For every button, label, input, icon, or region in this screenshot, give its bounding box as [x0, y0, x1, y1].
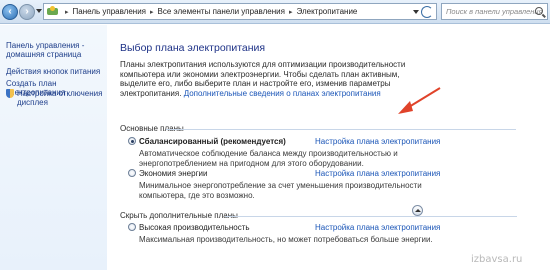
plan-name[interactable]: Экономия энергии	[139, 169, 207, 178]
search-input[interactable]: Поиск в панели управления	[441, 3, 548, 20]
plan-description: Минимальное энергопотребление за счет ум…	[139, 181, 422, 200]
plan-description: Автоматическое соблюдение баланса между …	[139, 149, 398, 168]
left-task-pane: Панель управления - домашняя страница Де…	[0, 25, 107, 270]
chevron-right-icon[interactable]: ▸	[289, 8, 293, 16]
section-hide-additional-plans[interactable]: Скрыть дополнительные планы	[120, 211, 238, 220]
chevron-right-icon[interactable]: ▸	[65, 8, 69, 16]
plan-radio-balanced[interactable]	[128, 137, 136, 145]
display-off-link[interactable]: Настройка отключения дисплея	[6, 89, 105, 107]
intro-text: Планы электропитания используются для оп…	[120, 60, 420, 98]
section-divider	[166, 129, 516, 130]
search-placeholder: Поиск в панели управления	[446, 7, 543, 16]
plan-radio-power-saver[interactable]	[128, 169, 136, 177]
section-divider	[225, 216, 517, 217]
page-title: Выбор плана электропитания	[120, 42, 266, 54]
plan-description: Максимальная производительность, но може…	[139, 235, 433, 244]
refresh-icon[interactable]	[421, 6, 433, 18]
chevron-up-icon[interactable]	[412, 205, 423, 216]
shield-icon	[6, 89, 14, 98]
more-info-link[interactable]: Дополнительные сведения о планах электро…	[184, 89, 381, 98]
search-icon[interactable]	[535, 7, 543, 15]
plan-name[interactable]: Сбалансированный (рекомендуется)	[139, 137, 286, 146]
address-dropdown-icon[interactable]	[413, 10, 419, 14]
plan-power-saver: Экономия энергии Настройка плана электро…	[128, 169, 518, 200]
control-panel-icon	[47, 6, 58, 17]
plan-radio-high-performance[interactable]	[128, 223, 136, 231]
forward-button[interactable]: ›	[19, 4, 35, 20]
breadcrumb-control-panel[interactable]: Панель управления	[73, 7, 147, 16]
address-bar[interactable]: ▸ Панель управления ▸ Все элементы панел…	[43, 3, 437, 20]
main-content: Выбор плана электропитания Планы электро…	[108, 25, 550, 270]
history-dropdown-icon[interactable]	[36, 9, 42, 13]
breadcrumb-power-options[interactable]: Электропитание	[296, 7, 357, 16]
control-panel-home-link[interactable]: Панель управления - домашняя страница	[6, 41, 101, 59]
plan-settings-link[interactable]: Настройка плана электропитания	[315, 169, 440, 178]
plan-settings-link[interactable]: Настройка плана электропитания	[315, 137, 440, 146]
chevron-right-icon[interactable]: ▸	[150, 8, 154, 16]
plan-high-performance: Высокая производительность Настройка пла…	[128, 223, 518, 245]
plan-balanced: Сбалансированный (рекомендуется) Настрой…	[128, 137, 518, 168]
address-toolbar: ‹ › ▸ Панель управления ▸ Все элементы п…	[0, 0, 550, 24]
watermark: izbavsa.ru	[471, 254, 523, 265]
back-button[interactable]: ‹	[2, 4, 18, 20]
breadcrumb-all-items[interactable]: Все элементы панели управления	[158, 7, 285, 16]
display-off-label: Настройка отключения дисплея	[17, 89, 103, 107]
plan-name[interactable]: Высокая производительность	[139, 223, 250, 232]
power-buttons-link[interactable]: Действия кнопок питания	[6, 67, 100, 76]
plan-settings-link[interactable]: Настройка плана электропитания	[315, 223, 440, 232]
